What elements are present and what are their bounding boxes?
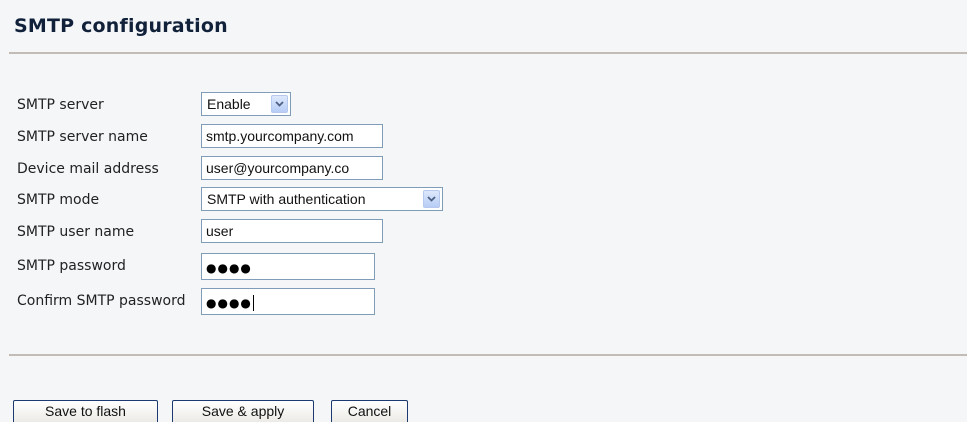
device-mail-address-input[interactable]: user@yourcompany.co <box>201 156 383 180</box>
smtp-mode-select[interactable]: SMTP with authentication <box>201 187 443 211</box>
bottom-divider <box>9 354 967 356</box>
device-mail-address-label: Device mail address <box>17 161 159 177</box>
smtp-server-name-label: SMTP server name <box>17 129 148 145</box>
save-and-apply-button[interactable]: Save & apply <box>172 400 314 422</box>
cancel-button[interactable]: Cancel <box>331 400 408 422</box>
confirm-smtp-password-label: Confirm SMTP password <box>17 293 186 309</box>
smtp-mode-select-value: SMTP with authentication <box>207 191 366 207</box>
text-caret <box>252 295 254 312</box>
row-smtp-user-name: SMTP user name user <box>0 219 700 245</box>
row-smtp-server-name: SMTP server name smtp.yourcompany.com <box>0 124 700 150</box>
row-smtp-password: SMTP password ●●●● <box>0 253 700 280</box>
page-title: SMTP configuration <box>14 15 228 37</box>
smtp-password-label: SMTP password <box>17 258 126 274</box>
confirm-smtp-password-input[interactable]: ●●●● <box>201 288 375 315</box>
smtp-password-mask: ●●●● <box>206 261 252 275</box>
chevron-down-icon[interactable] <box>271 95 288 113</box>
smtp-user-name-label: SMTP user name <box>17 224 135 240</box>
row-device-mail-address: Device mail address user@yourcompany.co <box>0 156 700 182</box>
smtp-mode-label: SMTP mode <box>17 192 100 208</box>
row-smtp-mode: SMTP mode SMTP with authentication <box>0 187 700 213</box>
smtp-user-name-input[interactable]: user <box>201 219 383 243</box>
smtp-password-input[interactable]: ●●●● <box>201 253 375 280</box>
top-divider <box>9 52 967 54</box>
row-smtp-server: SMTP server Enable <box>0 92 700 118</box>
smtp-server-select[interactable]: Enable <box>201 92 291 116</box>
chevron-down-icon[interactable] <box>423 190 440 208</box>
smtp-server-select-value: Enable <box>207 96 251 112</box>
save-to-flash-button[interactable]: Save to flash <box>13 400 158 422</box>
smtp-server-name-input[interactable]: smtp.yourcompany.com <box>201 124 383 148</box>
row-confirm-smtp-password: Confirm SMTP password ●●●● <box>0 288 700 315</box>
smtp-server-label: SMTP server <box>17 97 104 113</box>
confirm-smtp-password-mask: ●●●● <box>206 296 252 310</box>
